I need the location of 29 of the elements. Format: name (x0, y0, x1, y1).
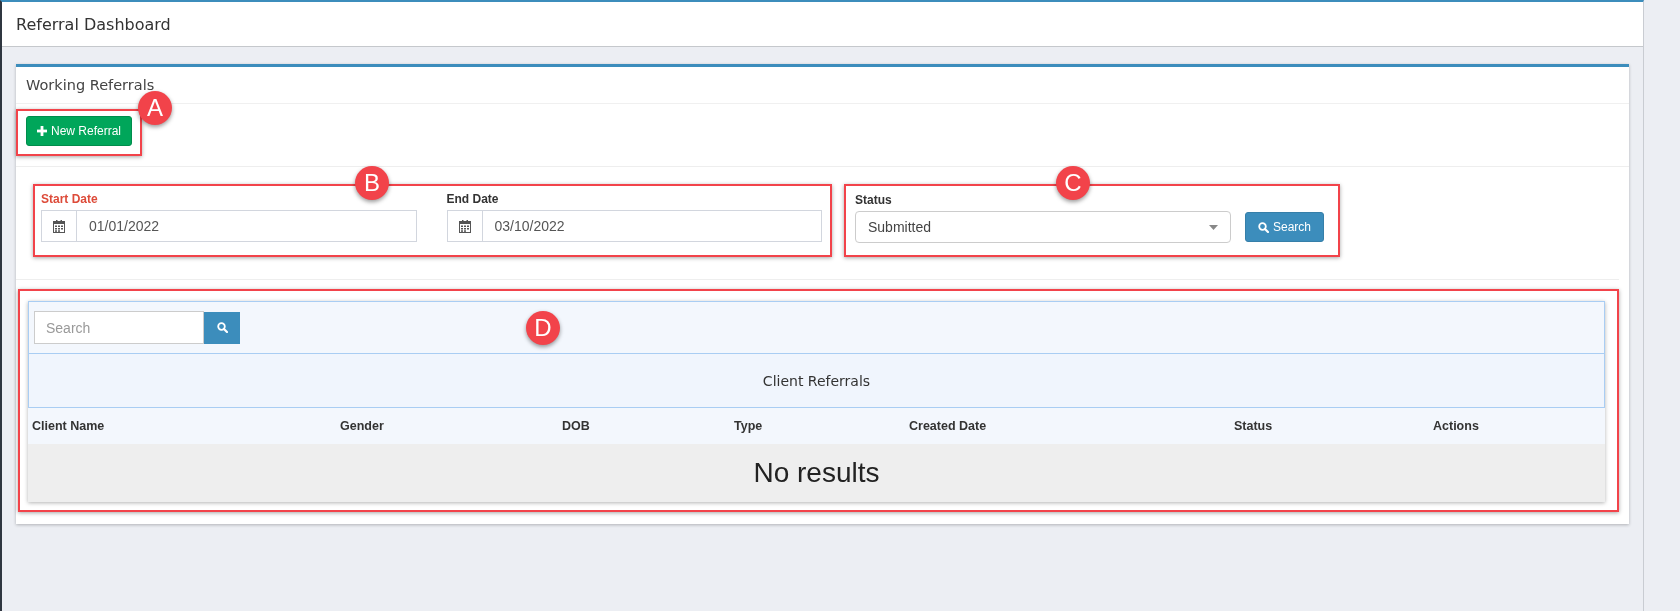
callout-badge: C (1056, 166, 1090, 200)
field-label: Status (855, 193, 893, 207)
search-button[interactable]: Search (1245, 212, 1325, 242)
column-header: Created Date (909, 419, 988, 433)
search-button[interactable] (204, 311, 240, 344)
panel-title: Working Referrals (26, 77, 155, 93)
field-label: Start Date (41, 192, 99, 206)
date-field[interactable]: 01/01/2022 (41, 210, 417, 242)
search-icon (216, 322, 228, 333)
calendar-icon (53, 219, 65, 233)
column-header: Client Name (32, 419, 106, 433)
calendar-icon (458, 219, 471, 233)
column-header: Type (734, 419, 764, 433)
column-header: Gender (340, 419, 385, 433)
empty-message: No results (753, 457, 880, 489)
search-field[interactable]: Search (34, 311, 204, 344)
callout-badge: A (138, 91, 172, 125)
caret-icon (1209, 224, 1218, 230)
date-field[interactable]: 03/10/2022 (446, 210, 822, 242)
search-icon (1258, 221, 1269, 233)
callout-badge: B (355, 166, 389, 200)
status-dropdown[interactable]: Submitted (855, 211, 1231, 243)
table-caption: Client Referrals (28, 354, 1605, 408)
field-label: End Date (446, 192, 500, 206)
plus-icon (37, 126, 47, 136)
column-header: Status (1234, 419, 1274, 433)
column-header: Actions (1433, 419, 1480, 433)
column-header: DOB (562, 419, 591, 433)
page-title: Referral Dashboard (16, 14, 171, 34)
